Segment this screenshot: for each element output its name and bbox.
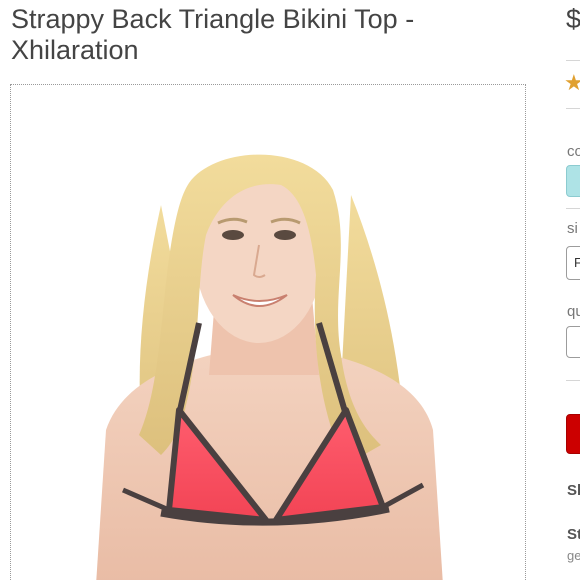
color-label: co	[567, 143, 580, 160]
star-icon[interactable]: ★	[564, 72, 580, 94]
color-swatch[interactable]	[566, 165, 580, 197]
size-select[interactable]: F	[566, 246, 580, 280]
product-image[interactable]	[10, 84, 526, 580]
divider	[566, 60, 580, 61]
store-pickup-heading: St	[567, 526, 580, 543]
store-pickup-subtext: ge	[567, 548, 580, 563]
product-title: Strappy Back Triangle Bikini Top - Xhila…	[11, 4, 415, 65]
product-price: $	[566, 4, 580, 34]
divider	[566, 108, 580, 109]
product-page: Strappy Back Triangle Bikini Top - Xhila…	[0, 0, 580, 580]
product-photo	[96, 154, 443, 580]
add-to-cart-button[interactable]	[566, 414, 580, 454]
divider	[566, 380, 580, 381]
quantity-input[interactable]	[566, 326, 580, 358]
divider	[566, 208, 580, 209]
quantity-label: qu	[567, 303, 580, 320]
shipping-heading: Sl	[567, 482, 580, 499]
size-label: si	[567, 220, 578, 237]
